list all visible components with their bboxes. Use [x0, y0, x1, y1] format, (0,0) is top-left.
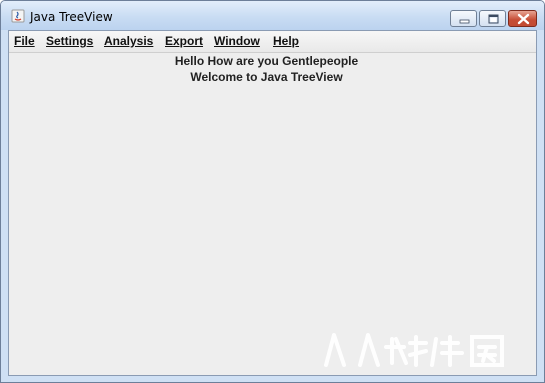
title-bar[interactable]: Java TreeView [1, 1, 544, 30]
minimize-button[interactable] [450, 10, 477, 27]
main-panel: Hello How are you Gentlepeople Welcome t… [9, 53, 536, 375]
menu-bar: File Settings Analysis Export Window Hel… [9, 31, 536, 53]
menu-window[interactable]: Window [214, 33, 260, 49]
maximize-icon [488, 14, 499, 24]
menu-help[interactable]: Help [273, 33, 299, 49]
window-title: Java TreeView [30, 10, 113, 24]
close-button[interactable] [508, 10, 537, 27]
minimize-icon [459, 19, 470, 24]
java-app-icon[interactable] [11, 9, 25, 23]
menu-file[interactable]: File [14, 33, 35, 49]
maximize-button[interactable] [479, 10, 506, 27]
welcome-text: Welcome to Java TreeView [190, 70, 343, 84]
app-window: Java TreeView File Settings Analysis Exp… [0, 0, 545, 383]
menu-export[interactable]: Export [165, 33, 203, 49]
client-area: File Settings Analysis Export Window Hel… [8, 30, 537, 376]
menu-settings[interactable]: Settings [46, 33, 93, 49]
menu-analysis[interactable]: Analysis [104, 33, 153, 49]
watermark-logo [324, 333, 504, 367]
close-icon [517, 13, 530, 25]
greeting-text: Hello How are you Gentlepeople [174, 54, 359, 68]
